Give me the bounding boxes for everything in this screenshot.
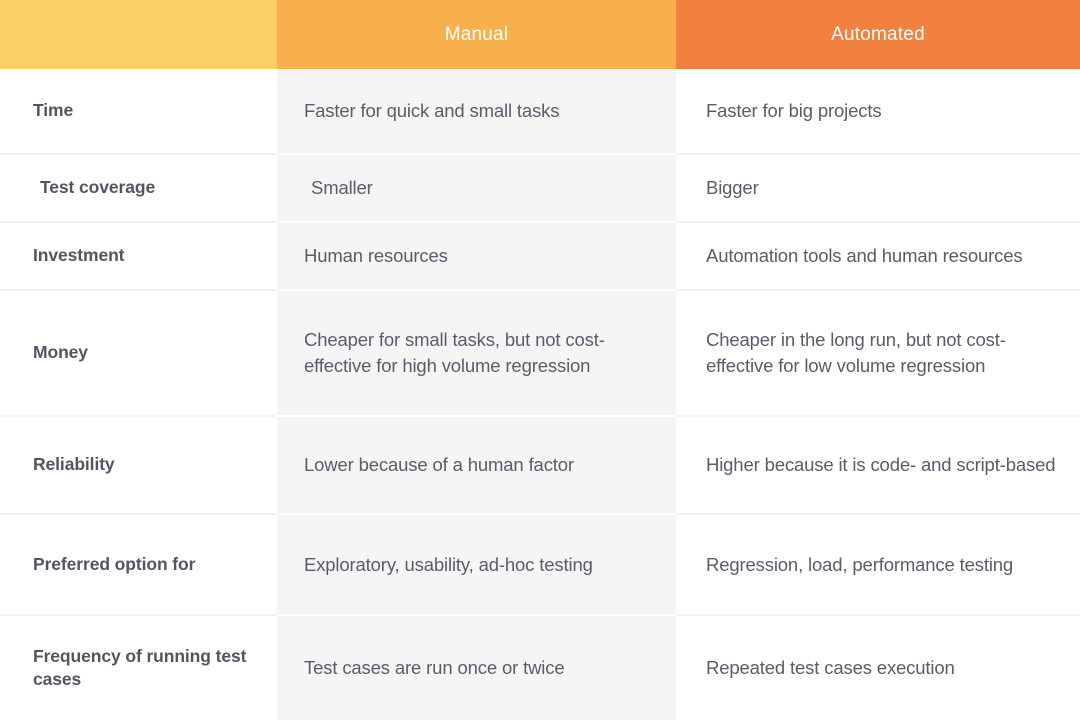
table-cell-manual: Human resources: [277, 221, 676, 289]
table-row-label: Reliability: [0, 415, 277, 513]
table-body: Time Test coverage Investment Money Reli…: [0, 69, 1080, 720]
table-cell-automated: Regression, load, performance testing: [676, 513, 1080, 614]
table-header-corner-cell: [0, 0, 277, 69]
table-header-manual-label: Manual: [444, 23, 509, 45]
table-cell-manual: Lower because of a human factor: [277, 415, 676, 513]
table-cell-automated: Bigger: [676, 153, 1080, 221]
table-header-row: Manual Automated: [0, 0, 1080, 69]
table-row-label: Money: [0, 289, 277, 415]
table-cell-automated: Repeated test cases execution: [676, 614, 1080, 720]
table-cell-automated: Cheaper in the long run, but not cost-ef…: [676, 289, 1080, 415]
table-row-label: Time: [33, 100, 74, 121]
table-header-automated-label: Automated: [831, 23, 925, 45]
table-row-label: Preferred option for: [0, 513, 277, 614]
table-cell-manual: Exploratory, usability, ad-hoc testing: [277, 513, 676, 614]
automated-column: Faster for big projects Bigger Automatio…: [676, 69, 1080, 720]
table-row-label: Frequency of running test cases: [0, 614, 277, 720]
table-row-label: Investment: [0, 221, 277, 289]
manual-column: Faster for quick and small tasks Smaller…: [277, 69, 676, 720]
table-cell-manual: Smaller: [277, 153, 676, 221]
row-label-column: Time Test coverage Investment Money Reli…: [0, 69, 277, 720]
table-header-automated: Automated: [676, 0, 1080, 69]
table-cell-automated: Automation tools and human resources: [676, 221, 1080, 289]
table-cell-manual: Faster for quick and small tasks: [304, 100, 560, 122]
table-cell-manual: Test cases are run once or twice: [277, 614, 676, 720]
table-cell-automated: Faster for big projects: [706, 100, 882, 122]
table-row-label: Test coverage: [0, 153, 277, 221]
table-header-manual: Manual: [277, 0, 676, 69]
table-cell-automated: Higher because it is code- and script-ba…: [676, 415, 1080, 513]
manual-vs-automated-comparison-table: Manual Automated Time Test coverage Inve…: [0, 0, 1080, 720]
table-cell-manual: Cheaper for small tasks, but not cost-ef…: [277, 289, 676, 415]
